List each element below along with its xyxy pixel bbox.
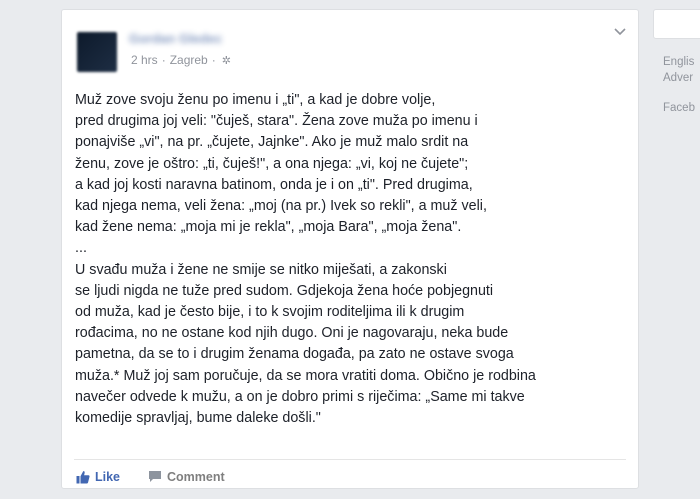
- post-text-line: ...: [75, 240, 87, 257]
- post-time[interactable]: 2 hrs: [131, 53, 158, 67]
- post-text-line: ženu, zove je oštro: „ti, čuješ!", a ona…: [75, 155, 469, 172]
- post-text-line: komedije spravljaj, bume daleke došli.": [75, 410, 321, 427]
- post-text-line: rođacima, no ne ostane kod njih dugo. On…: [75, 325, 509, 342]
- post-actions: Like Comment: [74, 459, 626, 493]
- search-box[interactable]: [653, 9, 700, 39]
- thumbs-up-icon: [76, 470, 90, 484]
- post-card: Gordan Gledec 2 hrs · Zagreb · ✲ Muž zov…: [61, 9, 639, 489]
- meta-separator: ·: [161, 53, 166, 67]
- avatar[interactable]: [77, 32, 117, 72]
- post-text-line: muža.* Muž joj sam poručuje, da se mora …: [75, 367, 536, 384]
- post-text-line: pametna, da se to i drugim ženama događa…: [75, 346, 514, 363]
- post-text-line: pred drugima joj veli: "čuješ, stara". Ž…: [75, 113, 478, 130]
- chevron-down-icon[interactable]: [614, 28, 626, 38]
- post-text-line: a kad joj kosti naravna batinom, onda je…: [75, 176, 473, 193]
- post-text-line: kad žene nema: „moja mi je rekla", „moja…: [75, 219, 462, 236]
- post-text-line: navečer odvede k mužu, a on je dobro pri…: [75, 388, 525, 405]
- page: Gordan Gledec 2 hrs · Zagreb · ✲ Muž zov…: [0, 0, 700, 499]
- sidebar-links: Englis Adver Faceb: [663, 54, 695, 116]
- post-location[interactable]: Zagreb: [170, 53, 208, 67]
- post-text-line: U svađu muža i žene ne smije se nitko mi…: [75, 261, 447, 278]
- sidebar-link-language[interactable]: Englis: [663, 54, 695, 70]
- post-meta: 2 hrs · Zagreb · ✲: [131, 53, 231, 67]
- post-text-line: kad njega nema, veli žena: „moj (na pr.)…: [75, 198, 487, 215]
- comment-label: Comment: [167, 469, 225, 484]
- sidebar-footer: Faceb: [663, 102, 695, 114]
- meta-separator: ·: [211, 53, 216, 67]
- like-label: Like: [95, 469, 121, 484]
- post-text-line: se ljudi nigda ne tuže pred sudom. Gdjek…: [75, 282, 494, 299]
- author-name[interactable]: Gordan Gledec: [129, 31, 222, 46]
- gear-icon[interactable]: ✲: [222, 54, 231, 67]
- post-text-line: ponajviše „vi", na pr. „čujete, Jajnke".…: [75, 134, 469, 151]
- comment-button[interactable]: Comment: [148, 470, 225, 484]
- post-body: Muž zove svoju ženu po imenu i „ti", a k…: [75, 90, 627, 429]
- post-text-line: Muž zove svoju ženu po imenu i „ti", a k…: [75, 92, 436, 108]
- post-text-line: od muža, kad je često bije, i to k svoji…: [75, 304, 465, 321]
- like-button[interactable]: Like: [76, 470, 120, 484]
- sidebar-link-advertising[interactable]: Adver: [663, 70, 695, 86]
- comment-icon: [148, 470, 162, 483]
